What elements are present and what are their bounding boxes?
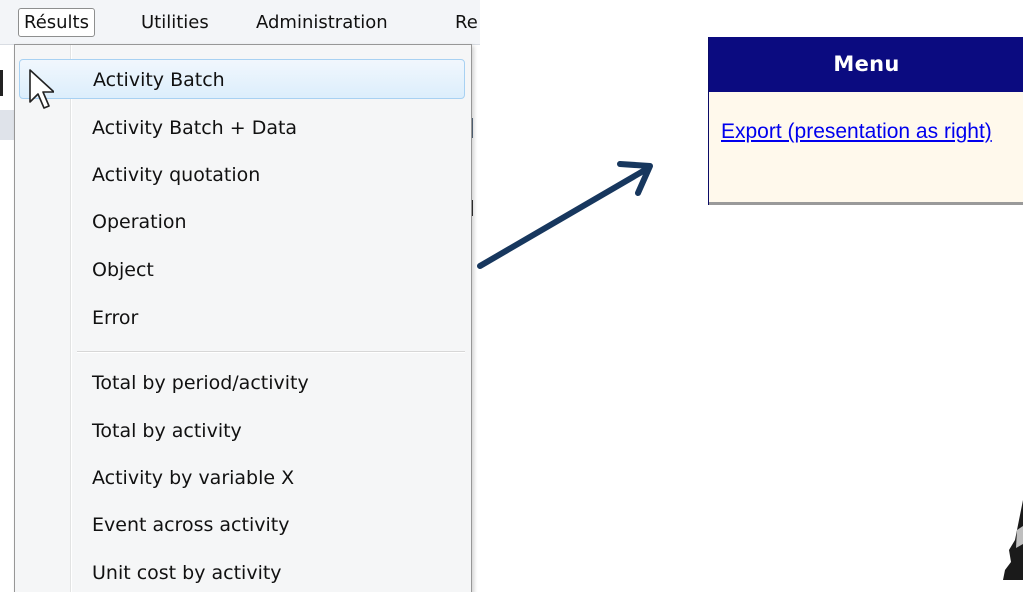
menu-item-label: Activity Batch + Data xyxy=(92,117,298,139)
background-window-edge xyxy=(0,70,3,96)
menu-item-activity-quotation[interactable]: Activity quotation xyxy=(19,155,465,195)
menu-item-label: Activity quotation xyxy=(92,164,261,186)
menu-item-activity-by-variable-x[interactable]: Activity by variable X xyxy=(19,458,465,498)
menu-results[interactable]: Résults xyxy=(18,8,95,37)
menu-item-object[interactable]: Object xyxy=(19,250,465,290)
menu-item-label: Unit cost by activity xyxy=(92,562,282,584)
menu-panel: Menu Export (presentation as right) xyxy=(708,37,1023,205)
menu-panel-title: Menu xyxy=(709,37,1023,92)
diagonal-arrow-icon xyxy=(477,161,653,269)
menu-item-total-by-activity[interactable]: Total by activity xyxy=(19,411,465,451)
export-link[interactable]: Export (presentation as right) xyxy=(721,117,1011,147)
partial-photo xyxy=(1003,500,1023,580)
menu-item-label: Object xyxy=(92,259,154,281)
menu-item-label: Operation xyxy=(92,211,187,233)
background-window-strip xyxy=(0,110,14,140)
menu-item-label: Event across activity xyxy=(92,514,290,536)
menu-item-unit-cost-by-activity[interactable]: Unit cost by activity xyxy=(19,553,465,592)
menu-item-label: Activity by variable X xyxy=(92,467,295,489)
menu-item-error[interactable]: Error xyxy=(19,298,465,338)
menu-item-operation[interactable]: Operation xyxy=(19,202,465,242)
pointer-cursor-icon xyxy=(29,69,54,109)
menu-panel-divider xyxy=(709,202,1023,205)
menu-item-activity-batch[interactable]: Activity Batch xyxy=(19,59,465,99)
menu-item-event-across-activity[interactable]: Event across activity xyxy=(19,505,465,545)
menu-utilities[interactable]: Utilities xyxy=(141,9,209,36)
menu-item-label: Activity Batch xyxy=(93,69,225,91)
menu-bar: Résults Utilities Administration Re xyxy=(0,0,480,45)
menu-item-label: Total by activity xyxy=(92,420,242,442)
menu-separator xyxy=(77,351,465,353)
menu-item-total-by-period-activity[interactable]: Total by period/activity xyxy=(19,363,465,403)
menu-item-label: Error xyxy=(92,307,139,329)
results-dropdown-menu: Activity Batch Activity Batch + Data Act… xyxy=(14,44,472,592)
menu-administration[interactable]: Administration xyxy=(256,9,388,36)
menu-item-label: Total by period/activity xyxy=(92,372,309,394)
screenshot-stage: Résults Utilities Administration Re Acti… xyxy=(0,0,1023,592)
menu-item-activity-batch-data[interactable]: Activity Batch + Data xyxy=(19,108,465,148)
menu-reports-partial[interactable]: Re xyxy=(455,9,478,36)
